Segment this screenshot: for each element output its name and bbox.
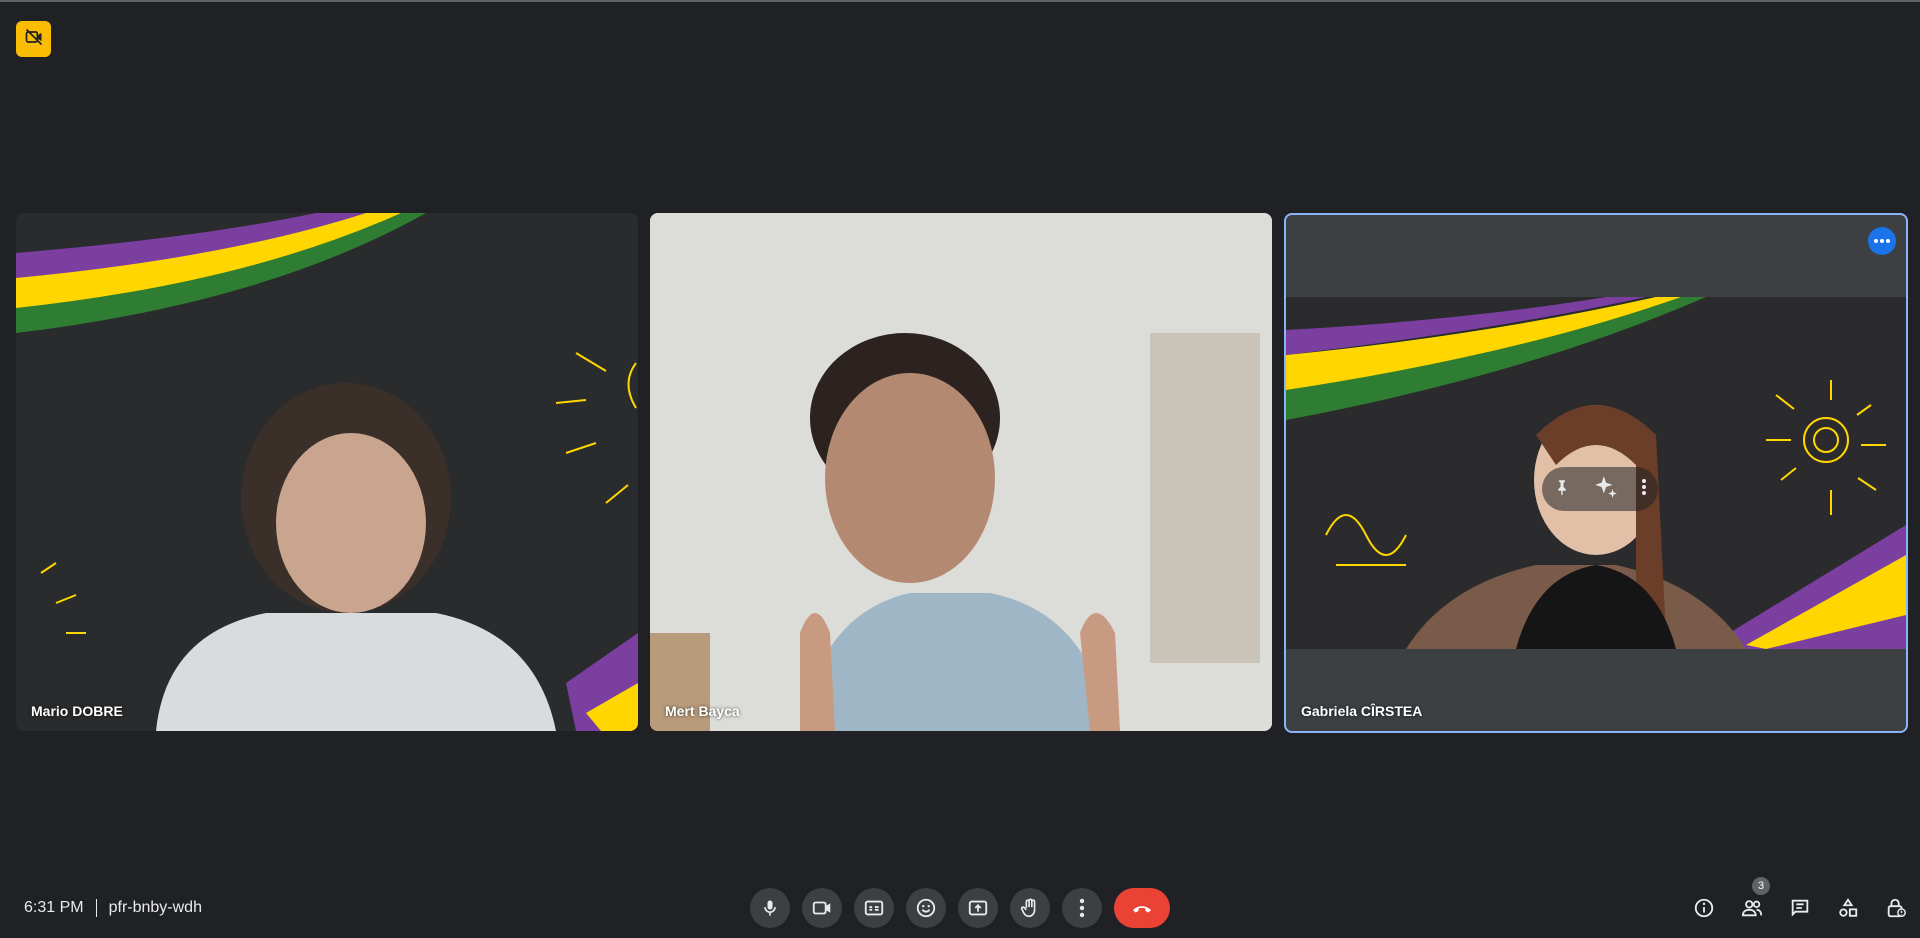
emoji-icon [916, 898, 936, 918]
people-icon [1741, 900, 1763, 917]
tile-more-options-button[interactable] [1868, 227, 1896, 255]
camera-icon [812, 901, 831, 915]
participant-name: Gabriela CÎRSTEA [1301, 703, 1423, 719]
tile-hover-controls [1542, 467, 1658, 511]
participant-tile-1[interactable]: Mario DOBRE [16, 213, 638, 731]
end-call-icon [1133, 906, 1151, 913]
pin-icon[interactable] [1553, 478, 1571, 501]
bottom-bar: 6:31 PM pfr-bnby-wdh 3 [0, 877, 1920, 938]
participant-count-badge: 3 [1752, 877, 1770, 895]
mic-button[interactable] [750, 888, 790, 928]
raise-hand-button[interactable] [1010, 888, 1050, 928]
present-button[interactable] [958, 888, 998, 928]
people-button[interactable]: 3 [1728, 877, 1776, 928]
divider [95, 899, 97, 917]
host-controls-button[interactable] [1872, 888, 1920, 928]
meeting-code[interactable]: pfr-bnby-wdh [109, 899, 202, 917]
chat-button[interactable] [1776, 888, 1824, 928]
more-options-icon [1079, 898, 1085, 918]
chat-icon [1791, 899, 1809, 917]
participant-name: Mert Bayca [665, 703, 740, 719]
video-off-icon [24, 27, 44, 52]
meeting-time: 6:31 PM [24, 899, 84, 916]
video-off-badge[interactable] [16, 21, 51, 57]
participant-video [650, 213, 1272, 731]
effects-sparkle-icon[interactable] [1593, 474, 1619, 505]
activities-icon [1839, 898, 1858, 917]
meeting-details-button[interactable] [1680, 888, 1728, 928]
camera-button[interactable] [802, 888, 842, 928]
leave-call-button[interactable] [1114, 888, 1170, 928]
side-panel-buttons: 3 [1680, 877, 1920, 928]
participant-name: Mario DOBRE [31, 703, 123, 719]
captions-button[interactable] [854, 888, 894, 928]
raise-hand-icon [1020, 898, 1036, 918]
activities-button[interactable] [1824, 888, 1872, 928]
more-options-button[interactable] [1062, 888, 1102, 928]
captions-icon [864, 900, 884, 916]
participant-tile-2[interactable]: Mert Bayca [650, 213, 1272, 731]
participant-tile-3[interactable]: Gabriela CÎRSTEA [1284, 213, 1908, 733]
window-top-border [0, 0, 1920, 2]
host-controls-icon [1887, 898, 1906, 918]
reactions-button[interactable] [906, 888, 946, 928]
info-icon [1694, 898, 1714, 918]
more-horizontal-icon [1874, 239, 1890, 243]
present-icon [968, 900, 988, 916]
meeting-info: 6:31 PM pfr-bnby-wdh [24, 878, 202, 938]
participant-video [16, 213, 638, 731]
more-vertical-icon[interactable] [1641, 478, 1647, 501]
mic-icon [764, 900, 776, 916]
call-controls [750, 888, 1170, 928]
